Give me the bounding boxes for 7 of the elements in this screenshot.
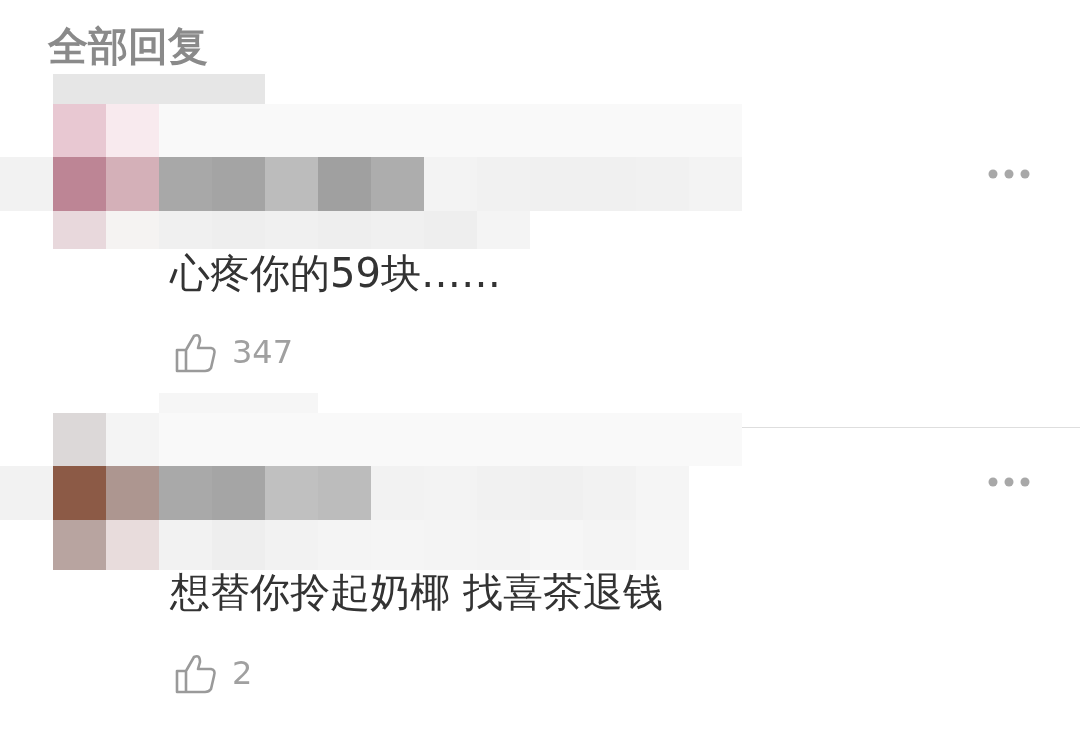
comment-text: 心疼你的59块……: [168, 249, 502, 297]
more-icon[interactable]: [988, 476, 1030, 487]
like-count: 347: [232, 333, 294, 371]
comment-text: 想替你拎起奶椰 找喜茶退钱: [169, 568, 664, 616]
like-count: 2: [232, 654, 253, 692]
section-title: 全部回复: [47, 22, 209, 71]
more-icon[interactable]: [988, 168, 1030, 179]
